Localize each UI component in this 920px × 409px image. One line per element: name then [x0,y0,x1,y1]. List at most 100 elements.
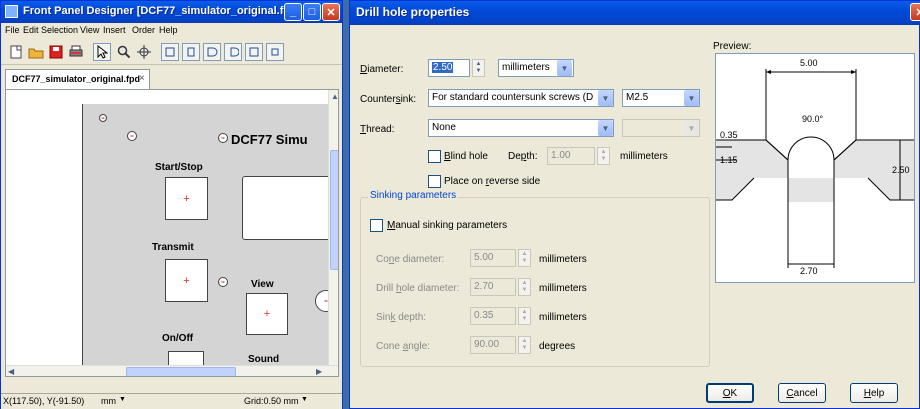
countersink-select[interactable]: For standard countersunk screws (D [428,89,614,107]
panel-button-cutout[interactable]: + [246,293,288,335]
thread-select[interactable]: None [428,119,614,137]
status-coordinates: X(117.50), Y(-91.50) [3,396,85,406]
panel-label-transmit[interactable]: Transmit [152,242,194,253]
dialog-close-icon[interactable]: ✕ [910,3,920,21]
drill-hole[interactable] [127,131,137,141]
menu-help[interactable]: Help [159,25,178,35]
preview-label: Preview: [713,41,752,52]
app-title: Front Panel Designer [DCF77_simulator_or… [23,5,301,17]
grid-selector[interactable]: Grid:0.50 mm [244,396,299,406]
toolbar [1,39,342,65]
sinking-parameters-legend: Sinking parameters [368,190,459,201]
align-right-icon[interactable] [203,43,221,61]
unit-selector[interactable]: mm [101,396,116,406]
front-panel[interactable]: DCF77 Simu Start/Stop + Transmit + View … [82,104,337,376]
status-bar: X(117.50), Y(-91.50) mm ▼ Grid:0.50 mm ▼ [1,393,342,409]
align-left-icon[interactable] [161,43,179,61]
led-hole[interactable] [218,277,228,287]
panel-label-start-stop[interactable]: Start/Stop [155,162,203,173]
chevron-down-icon[interactable]: ▼ [598,90,613,106]
depth-input: 1.00 [547,147,595,165]
scroll-up-icon[interactable]: ▲ [331,92,338,101]
print-icon[interactable] [67,43,85,61]
sink-depth-input: 0.35 [470,307,516,325]
app-icon [5,5,18,18]
menu-file[interactable]: File [5,25,20,35]
align-bottom-icon[interactable] [245,43,263,61]
document-tabbar: DCF77_simulator_original.fpd × [5,69,339,89]
countersink-cross-section [716,69,914,268]
diameter-spinner[interactable]: ▲ ▼ [472,59,485,77]
chevron-down-icon[interactable]: ▼ [684,90,699,106]
panel-label-sound[interactable]: Sound [248,354,279,365]
new-file-icon[interactable] [7,43,25,61]
cone-diameter-label: Cone diameter: [376,254,445,265]
chevron-down-icon[interactable]: ▼ [598,120,613,136]
cancel-button[interactable]: Cancel [778,383,826,403]
close-icon[interactable]: ✕ [322,3,340,21]
display-cutout[interactable] [242,176,332,240]
grid-dropdown-icon[interactable]: ▼ [301,396,308,403]
manual-sinking-label[interactable]: Manual sinking parameters [387,220,507,231]
panel-button-cutout[interactable]: + [165,259,208,302]
diameter-input[interactable]: 2.50 [428,59,470,77]
crosshair-icon[interactable] [135,43,153,61]
sink-depth-label: Sink depth: [376,312,427,323]
cone-angle-label: Cone angle: [376,341,430,352]
depth-label: Depth: [508,151,538,162]
blind-hole-checkbox[interactable] [428,150,441,163]
cone-angle-unit: degrees [539,341,576,352]
app-titlebar[interactable]: Front Panel Designer [DCF77_simulator_or… [1,1,342,23]
diameter-label: Diameter: [360,64,404,75]
help-button[interactable]: Help [850,383,898,403]
horizontal-scroll-thumb[interactable] [126,367,236,376]
drill-hole-diameter-spinner: ▲ ▼ [518,278,531,296]
align-top-icon[interactable] [224,43,242,61]
save-icon[interactable] [47,43,65,61]
drill-hole-diameter-unit: millimeters [539,283,587,294]
panel-heading[interactable]: DCF77 Simu [231,132,308,147]
ok-button[interactable]: OK [706,383,754,403]
distribute-icon[interactable] [266,43,284,61]
tab-document[interactable]: DCF77_simulator_original.fpd × [5,69,150,89]
minimize-icon[interactable]: _ [284,3,302,21]
dialog-titlebar[interactable]: Drill hole properties ✕ [350,1,920,25]
drill-hole-diameter-input: 2.70 [470,278,516,296]
menu-order[interactable]: Order [132,25,155,35]
maximize-icon[interactable]: □ [303,3,321,21]
cone-diameter-unit: millimeters [539,254,587,265]
manual-sinking-checkbox[interactable] [370,219,383,232]
unit-dropdown-icon[interactable]: ▼ [119,396,126,403]
depth-spinner: ▲ ▼ [597,147,610,165]
reverse-side-checkbox[interactable] [428,175,441,188]
preview-countersink-depth: 1.15 [720,155,738,165]
panel-button-cutout[interactable]: + [165,177,208,220]
drill-hole[interactable] [99,114,107,122]
vertical-scroll-thumb[interactable] [330,150,338,270]
select-pointer-icon[interactable] [93,43,111,61]
blind-hole-label[interactable]: Blind hole [444,151,488,162]
led-hole[interactable] [218,133,228,143]
panel-label-view[interactable]: View [251,279,274,290]
tab-close-icon[interactable]: × [139,73,145,84]
chevron-down-icon[interactable]: ▼ [557,60,572,76]
design-canvas[interactable]: DCF77 Simu Start/Stop + Transmit + View … [5,89,339,377]
open-folder-icon[interactable] [27,43,45,61]
align-center-icon[interactable] [182,43,200,61]
horizontal-scrollbar[interactable]: ◀ ▶ [6,365,338,376]
scroll-right-icon[interactable]: ▶ [316,367,322,376]
panel-label-on-off[interactable]: On/Off [162,333,193,344]
preview-pane: 5.00 90.0° 0.35 1.15 2.50 2.70 [715,53,915,283]
depth-unit: millimeters [620,151,668,162]
scroll-left-icon[interactable]: ◀ [8,367,14,376]
menu-insert[interactable]: Insert [103,25,126,35]
menu-edit[interactable]: Edit [23,25,39,35]
app-window: Front Panel Designer [DCF77_simulator_or… [0,0,343,409]
dialog-title: Drill hole properties [356,5,470,19]
zoom-icon[interactable] [115,43,133,61]
reverse-side-label[interactable]: Place on reverse side [444,176,540,187]
menu-view[interactable]: View [80,25,99,35]
drill-hole-dialog: Drill hole properties ✕ Diameter: 2.50 ▲… [349,0,920,409]
vertical-scrollbar[interactable]: ▲ [328,90,338,365]
menu-selection[interactable]: Selection [41,25,78,35]
